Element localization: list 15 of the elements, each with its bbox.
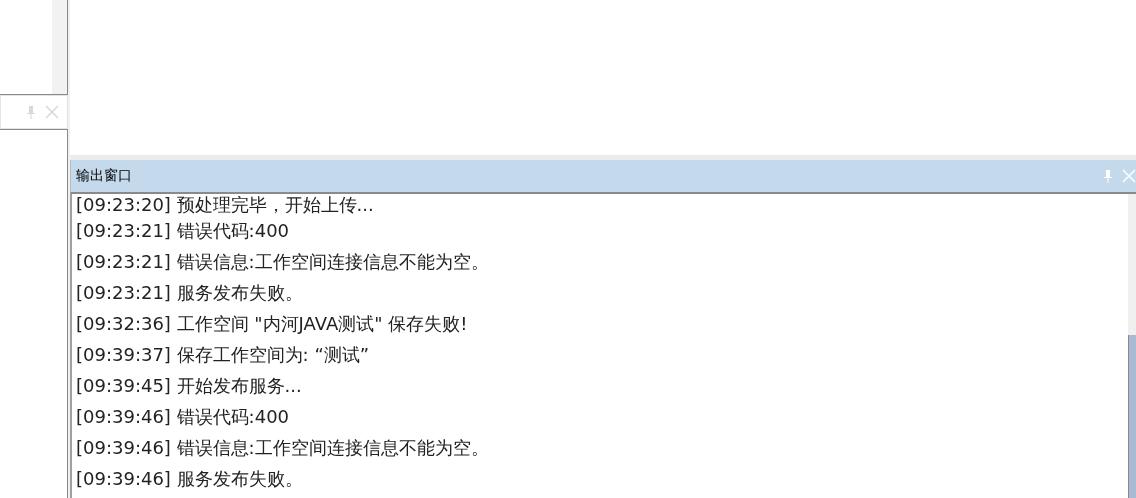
pin-icon[interactable] [1104, 169, 1112, 183]
panel-title: 输出窗口 [76, 167, 133, 185]
log-line: [09:23:21] 错误代码:400 [76, 219, 291, 243]
scrollbar-thumb[interactable] [1128, 335, 1136, 498]
log-line: [09:23:20] 预处理完毕，开始上传... [76, 194, 375, 215]
pin-icon[interactable] [27, 105, 35, 119]
log-line: [09:23:21] 错误信息:工作空间连接信息不能为空。 [76, 250, 490, 274]
close-icon[interactable] [45, 105, 59, 119]
log-line: [09:39:45] 开始发布服务... [76, 374, 303, 398]
log-line: [09:39:37] 保存工作空间为: “测试” [76, 343, 371, 367]
log-line: [09:32:36] 工作空间 "内河JAVA测试" 保存失败! [76, 312, 469, 336]
log-line: [09:39:46] 错误信息:工作空间连接信息不能为空。 [76, 436, 490, 460]
log-line: [09:39:46] 服务发布失败。 [76, 467, 304, 491]
log-line: [09:23:21] 服务发布失败。 [76, 281, 304, 305]
log-line: [09:39:46] 错误代码:400 [76, 405, 291, 429]
